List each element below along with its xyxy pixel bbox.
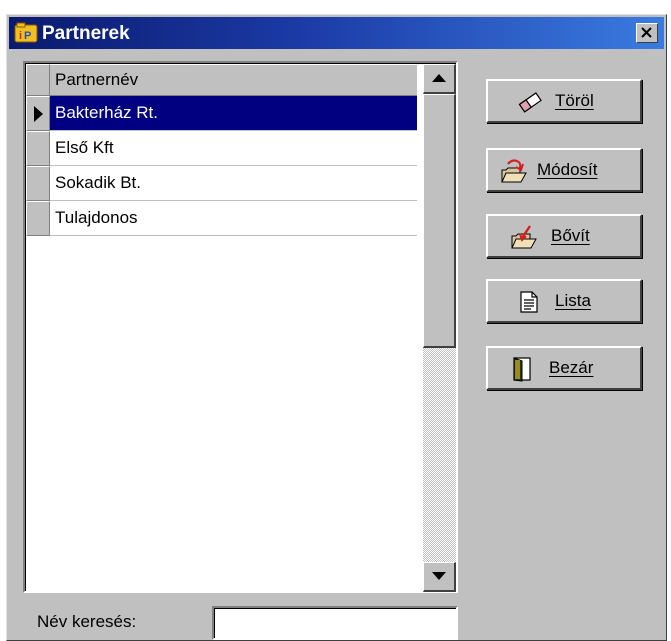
search-label: Név keresés: <box>37 612 137 631</box>
partner-name-cell[interactable]: Sokadik Bt. <box>50 166 417 201</box>
svg-text:i: i <box>19 30 22 42</box>
app-icon: i P <box>14 22 38 43</box>
arrow-down-icon <box>432 572 446 580</box>
row-indicator[interactable] <box>26 166 50 201</box>
partner-name-cell[interactable]: Első Kft <box>50 131 417 166</box>
partner-name-cell[interactable]: Bakterház Rt. <box>50 96 417 131</box>
close-button[interactable] <box>636 23 658 43</box>
table-row[interactable]: Bakterház Rt. <box>26 96 417 131</box>
scroll-up-button[interactable] <box>423 64 456 94</box>
close-dialog-button[interactable]: Bezár <box>486 346 642 390</box>
title-bar[interactable]: i P Partnerek <box>9 17 664 49</box>
row-indicator[interactable] <box>26 131 50 166</box>
edit-folder-icon <box>501 159 527 183</box>
header-indicator-cell <box>26 64 50 96</box>
current-row-arrow-icon <box>34 106 43 122</box>
delete-button[interactable]: Töröl <box>486 79 642 123</box>
window-title: Partnerek <box>42 23 130 44</box>
partnerek-window: i P Partnerek Partnernév Bakterház Rt. E… <box>6 14 667 641</box>
scroll-thumb[interactable] <box>423 94 456 348</box>
name-search-input[interactable] <box>212 606 458 640</box>
row-indicator[interactable] <box>26 201 50 236</box>
svg-text:P: P <box>24 30 31 42</box>
close-dialog-button-label: Bezár <box>549 358 594 377</box>
partner-name-cell[interactable]: Tulajdonos <box>50 201 417 236</box>
list-button-label: Lista <box>555 291 591 310</box>
modify-button[interactable]: Módosít <box>486 148 642 192</box>
row-indicator[interactable] <box>26 96 50 131</box>
table-row[interactable]: Első Kft <box>26 131 417 166</box>
vertical-scrollbar[interactable] <box>423 64 456 592</box>
partner-grid: Partnernév Bakterház Rt. Első Kft Sokadi… <box>23 61 458 593</box>
door-icon <box>513 357 531 382</box>
table-row[interactable]: Sokadik Bt. <box>26 166 417 201</box>
expand-button[interactable]: Bővít <box>486 214 642 258</box>
modify-button-label: Módosít <box>537 160 598 179</box>
grid-header: Partnernév <box>26 64 417 96</box>
delete-button-label: Töröl <box>555 91 594 110</box>
close-icon <box>641 27 652 38</box>
arrow-up-icon <box>432 74 446 82</box>
column-header-partnernev[interactable]: Partnernév <box>50 64 417 96</box>
add-folder-icon <box>511 225 537 249</box>
table-row[interactable]: Tulajdonos <box>26 201 417 236</box>
list-button[interactable]: Lista <box>486 279 642 323</box>
expand-button-label: Bővít <box>551 226 590 245</box>
document-list-icon <box>520 291 538 313</box>
scroll-down-button[interactable] <box>423 562 456 592</box>
eraser-icon <box>518 92 542 113</box>
